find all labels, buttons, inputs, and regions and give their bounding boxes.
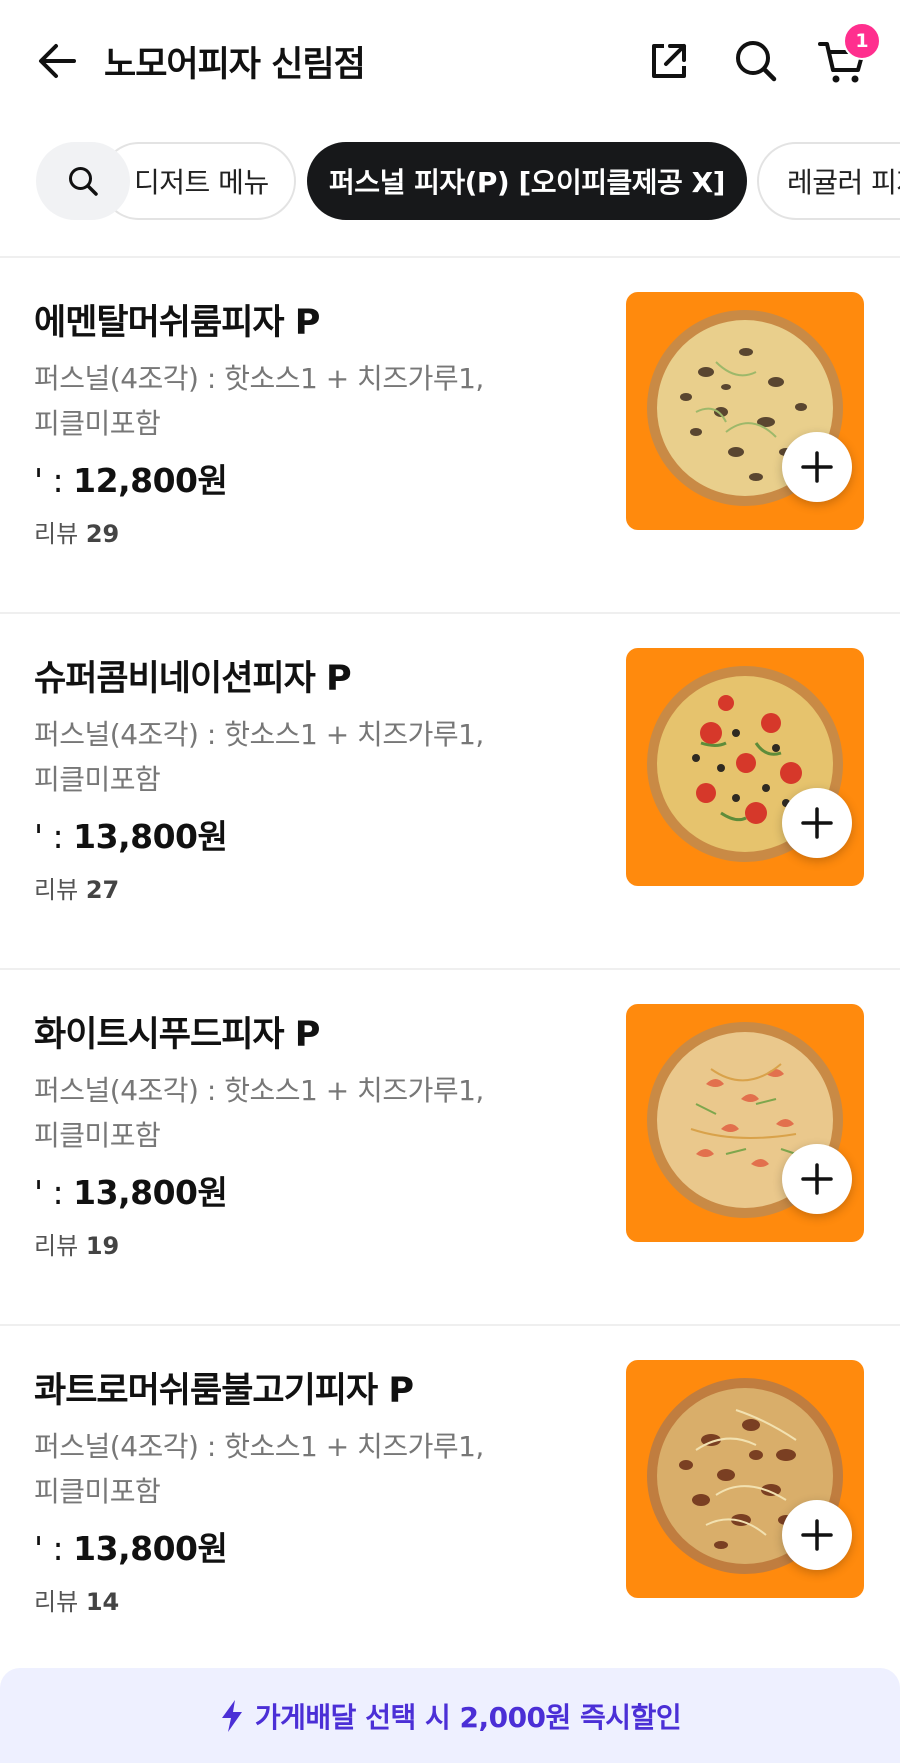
add-to-cart-button[interactable]: [782, 788, 852, 858]
plus-icon: [801, 1163, 833, 1195]
menu-item-description-line: 피클미포함: [34, 407, 161, 440]
review-label: 리뷰: [34, 520, 79, 548]
plus-icon: [801, 807, 833, 839]
share-icon: [652, 44, 686, 78]
menu-item-price: ' : 13,800원: [34, 810, 228, 858]
divider: [0, 968, 900, 970]
menu-item-review: 리뷰 14: [34, 1582, 119, 1617]
menu-item-description-line: 퍼스널(4조각) : 핫소스1 + 치즈가루1,: [34, 1074, 484, 1107]
back-button[interactable]: [34, 38, 80, 84]
menu-item-price: ' : 12,800원: [34, 454, 228, 502]
divider: [0, 1324, 900, 1326]
plus-icon: [801, 451, 833, 483]
menu-item[interactable]: 에멘탈머쉬룸피자 P 퍼스널(4조각) : 핫소스1 + 치즈가루1, 피클미포…: [0, 260, 900, 616]
cart-count-badge: 1: [843, 22, 881, 60]
price-amount: 13,800원: [73, 1529, 228, 1568]
menu-item[interactable]: 슈퍼콤비네이션피자 P 퍼스널(4조각) : 핫소스1 + 치즈가루1, 피클미…: [0, 616, 900, 972]
menu-item[interactable]: 콰트로머쉬룸불고기피자 P 퍼스널(4조각) : 핫소스1 + 치즈가루1, 피…: [0, 1328, 900, 1684]
category-tabs: 디저트 메뉴 퍼스널 피자(P) [오이피클제공 X] 레귤러 피자: [0, 140, 900, 222]
price-prefix: ' :: [34, 817, 74, 856]
menu-item-description-line: 퍼스널(4조각) : 핫소스1 + 치즈가루1,: [34, 1430, 484, 1463]
price-amount: 13,800원: [73, 1173, 228, 1212]
plus-icon: [801, 1519, 833, 1551]
menu-item-description-line: 피클미포함: [34, 1119, 161, 1152]
review-label: 리뷰: [34, 1588, 79, 1616]
menu-item-description-line: 피클미포함: [34, 1475, 161, 1508]
menu-item[interactable]: 화이트시푸드피자 P 퍼스널(4조각) : 핫소스1 + 치즈가루1, 피클미포…: [0, 972, 900, 1328]
review-count: 14: [85, 1588, 120, 1616]
price-amount: 12,800원: [73, 461, 228, 500]
menu-item-description-line: 퍼스널(4조각) : 핫소스1 + 치즈가루1,: [34, 362, 484, 395]
menu-item-review: 리뷰 27: [34, 870, 119, 905]
app-header: 노모어피자 신림점 1: [0, 0, 900, 120]
menu-item-description: 퍼스널(4조각) : 핫소스1 + 치즈가루1, 피클미포함: [34, 356, 504, 446]
review-label: 리뷰: [34, 876, 79, 904]
review-count: 19: [85, 1232, 120, 1260]
search-button[interactable]: [731, 36, 781, 86]
tab-regular-pizza[interactable]: 레귤러 피자: [757, 142, 900, 220]
menu-item-description: 퍼스널(4조각) : 핫소스1 + 치즈가루1, 피클미포함: [34, 1424, 504, 1514]
menu-item-description-line: 피클미포함: [34, 763, 161, 796]
menu-search-button[interactable]: [36, 142, 130, 220]
review-count: 27: [85, 876, 120, 904]
divider: [0, 612, 900, 614]
price-amount: 13,800원: [73, 817, 228, 856]
menu-item-review: 리뷰 29: [34, 514, 119, 549]
page-title: 노모어피자 신림점: [104, 45, 366, 85]
add-to-cart-button[interactable]: [782, 1500, 852, 1570]
search-icon: [736, 41, 777, 82]
price-prefix: ' :: [34, 1529, 74, 1568]
add-to-cart-button[interactable]: [782, 432, 852, 502]
menu-item-name: 에멘탈머쉬룸피자 P: [34, 303, 320, 343]
review-label: 리뷰: [34, 1232, 79, 1260]
delivery-discount-banner[interactable]: 가게배달 선택 시 2,000원 즉시할인: [0, 1668, 900, 1763]
menu-item-description: 퍼스널(4조각) : 핫소스1 + 치즈가루1, 피클미포함: [34, 1068, 504, 1158]
menu-item-name: 콰트로머쉬룸불고기피자 P: [34, 1371, 414, 1411]
menu-item-name: 화이트시푸드피자 P: [34, 1015, 320, 1055]
menu-item-description: 퍼스널(4조각) : 핫소스1 + 치즈가루1, 피클미포함: [34, 712, 504, 802]
menu-item-price: ' : 13,800원: [34, 1522, 228, 1570]
divider: [0, 256, 900, 258]
add-to-cart-button[interactable]: [782, 1144, 852, 1214]
search-icon: [69, 167, 98, 196]
menu-item-price: ' : 13,800원: [34, 1166, 228, 1214]
share-button[interactable]: [646, 38, 692, 84]
price-prefix: ' :: [34, 461, 74, 500]
lightning-icon: [221, 1699, 242, 1732]
menu-item-description-line: 퍼스널(4조각) : 핫소스1 + 치즈가루1,: [34, 718, 484, 751]
price-prefix: ' :: [34, 1173, 74, 1212]
menu-item-review: 리뷰 19: [34, 1226, 119, 1261]
promo-text: 가게배달 선택 시 2,000원 즉시할인: [254, 1700, 682, 1734]
tab-personal-pizza[interactable]: 퍼스널 피자(P) [오이피클제공 X]: [307, 142, 747, 220]
menu-item-name: 슈퍼콤비네이션피자 P: [34, 659, 352, 699]
review-count: 29: [85, 520, 120, 548]
arrow-left-icon: [39, 44, 76, 78]
